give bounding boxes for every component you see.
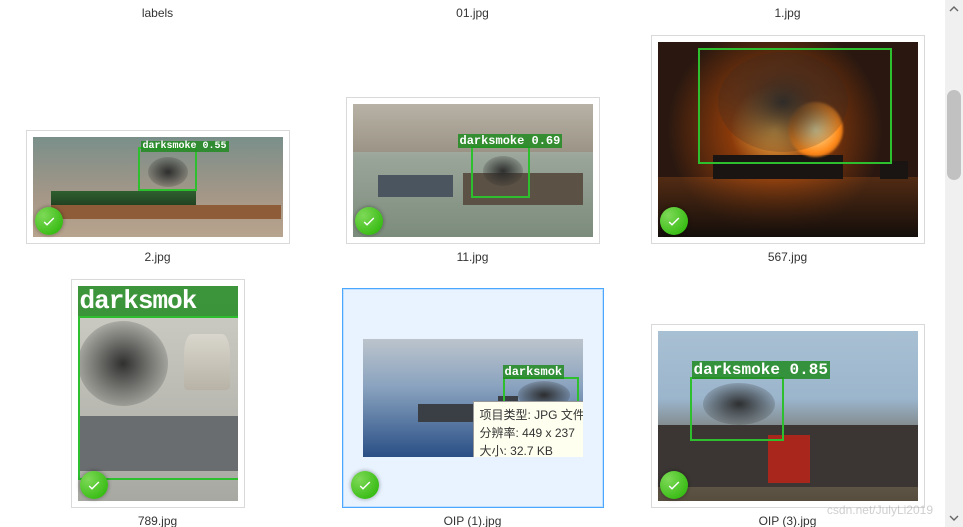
prev-label-01: 01.jpg [315, 0, 630, 20]
detection-label: darksmoke 0.85 [692, 361, 830, 379]
checkmark-icon [351, 471, 379, 499]
scrollbar-track[interactable] [945, 0, 963, 527]
tooltip-line-res: 分辨率: 449 x 237 [480, 424, 583, 442]
filename-label: 567.jpg [768, 250, 807, 264]
file-cell-oip3[interactable]: darksmoke 0.85 OIP (3).jpg [630, 272, 945, 527]
checkmark-icon [80, 471, 108, 499]
file-cell-2[interactable]: darksmoke 0.55 2.jpg [0, 20, 315, 272]
checkmark-icon [660, 207, 688, 235]
filename-label: 2.jpg [144, 250, 170, 264]
detection-label: darksmoke 0.69 [458, 134, 563, 148]
filename-label: OIP (3).jpg [759, 514, 817, 527]
scrollbar-thumb[interactable] [947, 90, 961, 180]
file-cell-567[interactable]: 567.jpg [630, 20, 945, 272]
scroll-down-button[interactable] [945, 509, 963, 527]
thumb-oip1: darksmok 项目类型: JPG 文件 分辨率: 449 x 237 大小:… [342, 288, 604, 508]
thumb-2: darksmoke 0.55 [26, 130, 290, 244]
thumb-789: darksmok [71, 279, 245, 508]
detection-label: darksmok [503, 365, 565, 379]
properties-tooltip: 项目类型: JPG 文件 分辨率: 449 x 237 大小: 32.7 KB [473, 401, 583, 457]
file-cell-11[interactable]: darksmoke 0.69 11.jpg [315, 20, 630, 272]
thumb-567 [651, 35, 925, 244]
filename-label: OIP (1).jpg [444, 514, 502, 527]
thumb-11: darksmoke 0.69 [346, 97, 600, 244]
detection-label: darksmok [78, 286, 238, 316]
checkmark-icon [660, 471, 688, 499]
filename-label: 11.jpg [457, 250, 489, 264]
checkmark-icon [355, 207, 383, 235]
tooltip-line-type: 项目类型: JPG 文件 [480, 406, 583, 424]
tooltip-line-size: 大小: 32.7 KB [480, 442, 583, 457]
file-cell-789[interactable]: darksmok 789.jpg [0, 272, 315, 527]
prev-label-1: 1.jpg [630, 0, 945, 20]
file-cell-oip1[interactable]: darksmok 项目类型: JPG 文件 分辨率: 449 x 237 大小:… [315, 272, 630, 527]
prev-label-labels: labels [0, 0, 315, 20]
filename-label: 789.jpg [138, 514, 177, 527]
thumb-oip3: darksmoke 0.85 [651, 324, 925, 508]
detection-label: darksmoke 0.55 [141, 141, 229, 152]
scroll-up-button[interactable] [945, 0, 963, 18]
checkmark-icon [35, 207, 63, 235]
